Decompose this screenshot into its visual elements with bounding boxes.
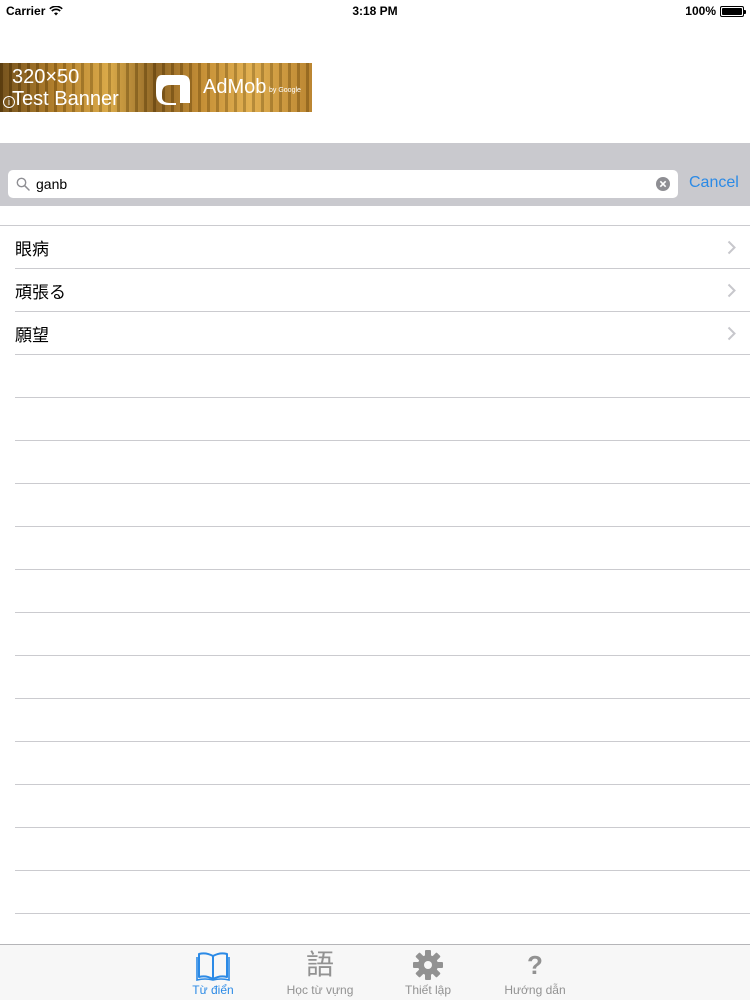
empty-row [15, 441, 750, 484]
tab-vocabulary[interactable]: 語 Học từ vựng [275, 949, 365, 997]
empty-row [15, 742, 750, 785]
results-list: 眼病 頑張る 願望 [0, 206, 750, 914]
ad-banner[interactable]: 320×50 Test Banner i AdMob by Google [0, 63, 312, 112]
list-item[interactable]: 眼病 [15, 226, 750, 269]
empty-row [15, 484, 750, 527]
cancel-button[interactable]: Cancel [689, 174, 739, 192]
chevron-right-icon [727, 326, 736, 341]
ad-brand: AdMob [203, 76, 267, 98]
empty-row [15, 398, 750, 441]
ad-size-text: 320×50 [12, 66, 80, 88]
book-icon [196, 952, 230, 981]
empty-row [15, 656, 750, 699]
status-time: 3:18 PM [352, 4, 398, 18]
list-item-label: 眼病 [15, 239, 49, 259]
empty-row [15, 613, 750, 656]
status-bar: Carrier 3:18 PM 100% [0, 0, 750, 22]
tab-label: Thiết lập [404, 983, 452, 997]
tab-label: Học từ vựng [286, 983, 354, 997]
chevron-right-icon [727, 283, 736, 298]
battery-percent: 100% [685, 4, 716, 18]
admob-logo-icon [156, 75, 190, 105]
empty-row [15, 785, 750, 828]
empty-row [15, 828, 750, 871]
list-item-label: 頑張る [15, 282, 66, 302]
empty-row [15, 570, 750, 613]
search-input-value: ganb [36, 176, 68, 192]
list-item-label: 願望 [15, 325, 49, 345]
tab-label: Từ điển [192, 983, 234, 997]
empty-row [15, 527, 750, 570]
kanji-icon: 語 [305, 949, 334, 980]
info-icon[interactable]: i [3, 96, 15, 108]
empty-row [15, 355, 750, 398]
list-header-gap [0, 206, 750, 226]
tab-bar: Từ điển 語 Học từ vựng Thiết lập ? Hướng … [0, 944, 750, 1000]
battery-icon [720, 5, 746, 17]
gear-icon [413, 950, 443, 980]
tab-dictionary[interactable]: Từ điển [168, 949, 258, 997]
search-input[interactable]: ganb [8, 170, 678, 198]
help-icon: ? [527, 950, 543, 980]
status-right: 100% [685, 4, 746, 18]
tab-help[interactable]: ? Hướng dẫn [490, 949, 580, 997]
chevron-right-icon [727, 240, 736, 255]
clear-icon[interactable] [656, 177, 670, 191]
search-bar: ganb Cancel [0, 143, 750, 206]
list-item[interactable]: 頑張る [15, 269, 750, 312]
empty-row [15, 699, 750, 742]
search-icon [16, 177, 30, 191]
tab-label: Hướng dẫn [504, 983, 566, 997]
tab-settings[interactable]: Thiết lập [383, 949, 473, 997]
empty-row [15, 871, 750, 914]
ad-test-text: Test Banner [12, 88, 119, 110]
ad-brand-sub: by Google [269, 87, 301, 94]
list-item[interactable]: 願望 [15, 312, 750, 355]
